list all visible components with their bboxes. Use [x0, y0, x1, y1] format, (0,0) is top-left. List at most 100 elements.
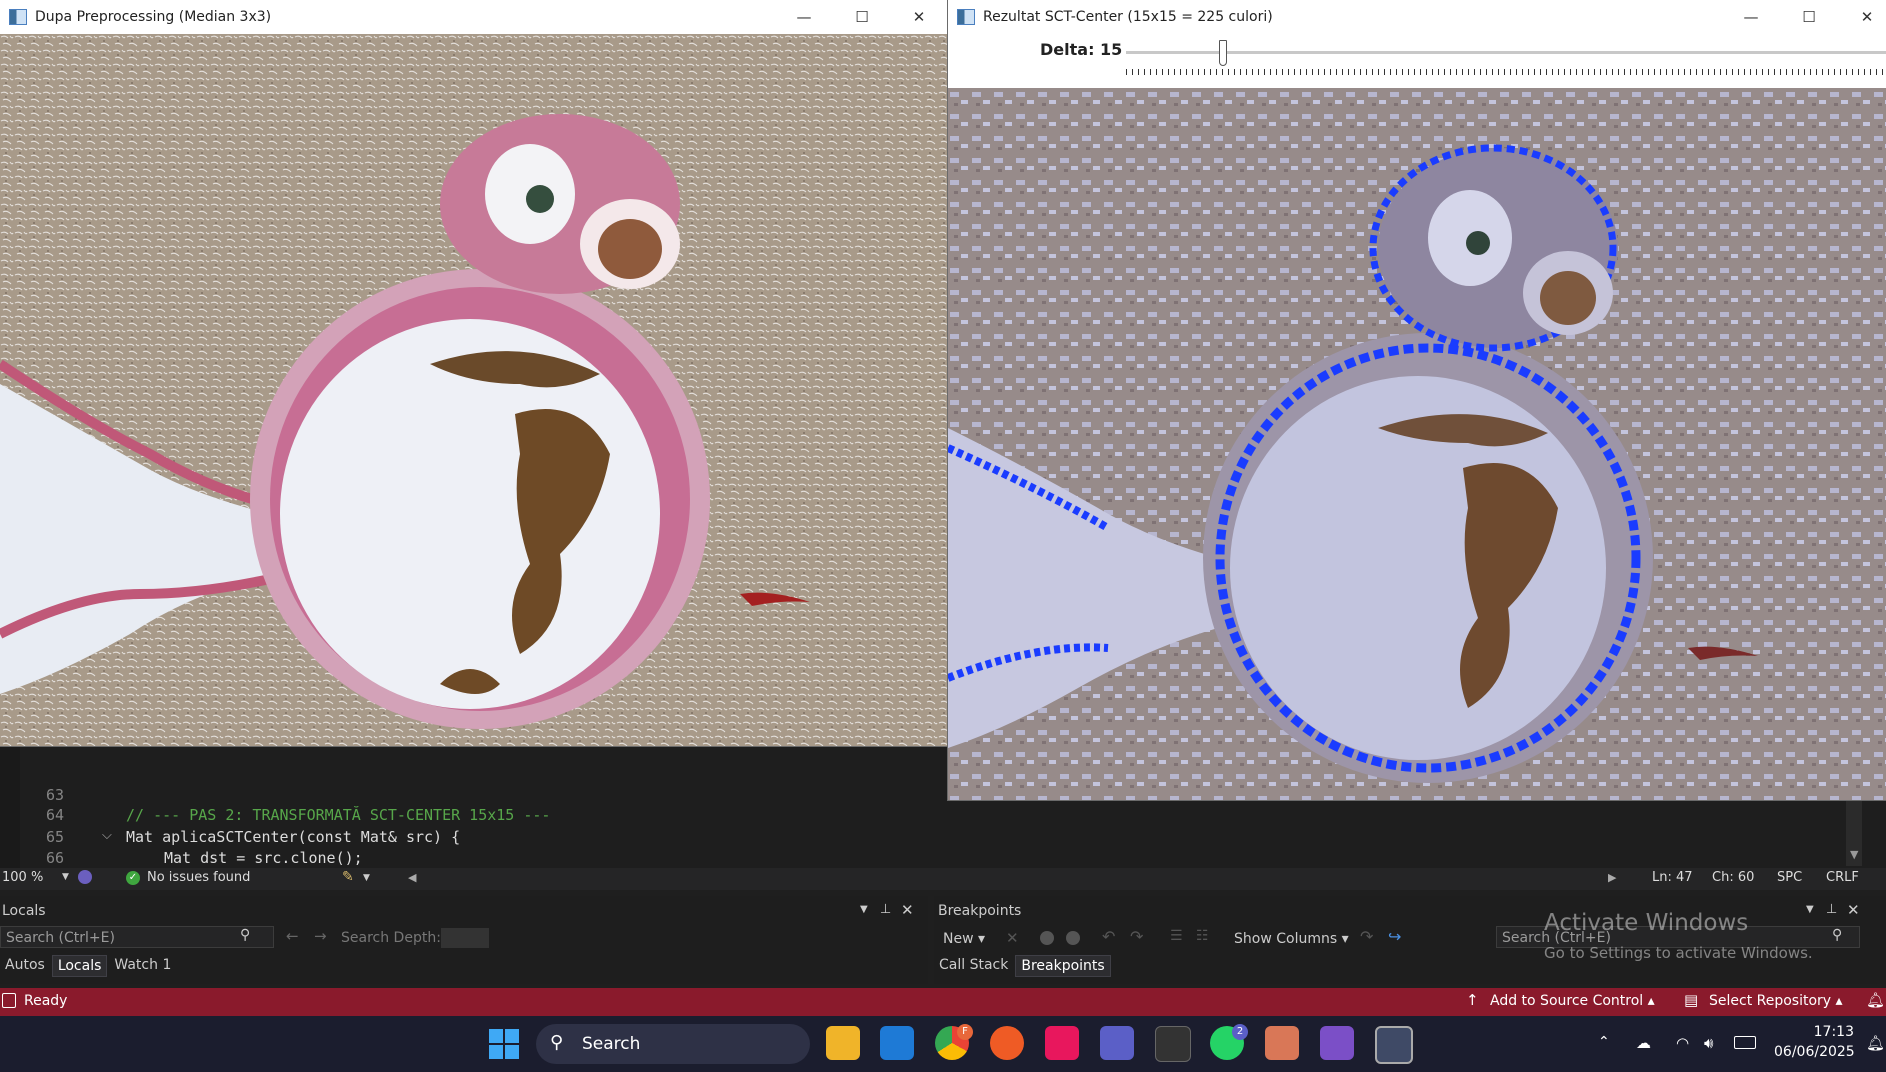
hscroll-right-icon[interactable]: ▶ [1608, 871, 1616, 884]
back-arrow-icon[interactable]: ← [286, 927, 299, 945]
breakpoints-close-icon[interactable]: ✕ [1847, 901, 1860, 919]
enable-all-icon[interactable] [1040, 931, 1054, 945]
breakpoints-dropdown-icon[interactable]: ▼ [1806, 904, 1814, 915]
locals-dropdown-icon[interactable]: ▼ [860, 904, 868, 915]
locals-pin-icon[interactable]: ⊥ [880, 902, 891, 917]
redo-icon[interactable]: ↷ [1130, 927, 1143, 946]
locals-title: Locals [2, 903, 46, 919]
tab-locals[interactable]: Locals [51, 955, 108, 977]
taskbar-search[interactable] [536, 1024, 810, 1064]
editor-statusrow [0, 868, 1886, 890]
hscroll-left-icon[interactable]: ◀ [408, 871, 416, 884]
brush-icon[interactable]: ✎ [342, 869, 354, 885]
locals-tabs: Autos Locals Watch 1 [0, 955, 176, 977]
taskbar-search-icon[interactable]: ⚲ [550, 1032, 563, 1053]
notifications-icon[interactable]: 🔔︎ [1866, 991, 1885, 1009]
start-button[interactable] [489, 1029, 519, 1059]
search-depth-label: Search Depth: [341, 930, 441, 946]
activate-windows-subtitle: Go to Settings to activate Windows. [1544, 944, 1813, 962]
chrome-badge: F [957, 1024, 973, 1040]
line-number-status[interactable]: Ln: 47 [1652, 870, 1693, 885]
delta-slider-track[interactable] [1126, 51, 1886, 54]
delete-icon[interactable]: ✕ [1006, 929, 1019, 947]
breakpoints-pin-icon[interactable]: ⊥ [1826, 902, 1837, 917]
left-minimize-button[interactable]: — [775, 0, 833, 34]
visual-studio-icon[interactable] [1320, 1026, 1354, 1060]
forward-arrow-icon[interactable]: → [314, 927, 327, 945]
jetbrains-icon[interactable] [1045, 1026, 1079, 1060]
left-window-title: Dupa Preprocessing (Median 3x3) [35, 9, 272, 25]
opencv-window-icon[interactable] [1375, 1026, 1413, 1064]
add-source-control-button[interactable]: Add to Source Control ▴ [1490, 993, 1655, 1009]
source-control-arrow-icon[interactable]: ↑ [1466, 991, 1479, 1009]
breakpoints-title: Breakpoints [938, 903, 1022, 919]
wifi-icon[interactable]: ◠ [1676, 1034, 1689, 1052]
app-window-icon [957, 9, 975, 25]
ready-status: Ready [24, 993, 68, 1009]
breakpoints-tabs: Call Stack Breakpoints [934, 955, 1111, 977]
volume-icon[interactable]: 🔊︎ [1704, 1034, 1713, 1052]
tab-watch1[interactable]: Watch 1 [109, 955, 176, 977]
breakpoints-search-icon[interactable]: ⚲ [1832, 927, 1842, 943]
clock-date[interactable]: 06/06/2025 [1774, 1044, 1855, 1060]
left-maximize-button[interactable]: ☐ [833, 0, 891, 34]
scroll-down-icon[interactable]: ▼ [1850, 848, 1858, 861]
issues-status[interactable]: No issues found [147, 870, 250, 885]
preprocessed-image [0, 34, 948, 746]
column-status[interactable]: Ch: 60 [1712, 870, 1754, 885]
locals-search-input[interactable]: Search (Ctrl+E) [0, 926, 274, 948]
vscode-icon[interactable] [880, 1026, 914, 1060]
editor-gutter [0, 746, 20, 870]
notification-bell-icon[interactable]: 🔔︎ [1866, 1034, 1885, 1052]
left-close-button[interactable]: ✕ [890, 0, 948, 34]
network-off-icon[interactable]: ☁ [1636, 1034, 1651, 1052]
right-close-button[interactable]: ✕ [1838, 0, 1886, 34]
left-image-window: Dupa Preprocessing (Median 3x3) — ☐ ✕ [0, 0, 948, 746]
zoom-chevron-icon[interactable]: ▼ [62, 872, 69, 882]
teams-icon[interactable] [1100, 1026, 1134, 1060]
clock-time[interactable]: 17:13 [1804, 1024, 1854, 1040]
line-65-code: Mat aplicaSCTCenter(const Mat& src) { [126, 828, 461, 846]
export-icon[interactable]: ☰ [1170, 928, 1183, 944]
delta-slider-ticks [1126, 69, 1886, 75]
search-depth-select[interactable] [441, 928, 489, 948]
disable-all-icon[interactable] [1066, 931, 1080, 945]
file-explorer-icon[interactable] [826, 1026, 860, 1060]
repository-icon[interactable]: ▤ [1684, 991, 1698, 1009]
battery-icon[interactable] [1734, 1036, 1756, 1049]
sct-result-image [948, 88, 1886, 800]
show-hidden-icons[interactable]: ⌃ [1598, 1034, 1610, 1050]
taskbar-search-label[interactable]: Search [582, 1034, 640, 1054]
line-64-comment: // --- PAS 2: TRANSFORMATĂ SCT-CENTER 15… [126, 806, 551, 824]
claude-icon[interactable] [1265, 1026, 1299, 1060]
ready-icon [2, 993, 16, 1008]
whatsapp-badge: 2 [1232, 1024, 1248, 1040]
brush-chevron-icon[interactable]: ▼ [363, 873, 370, 883]
eol-status[interactable]: CRLF [1826, 870, 1859, 885]
tab-call-stack[interactable]: Call Stack [934, 955, 1013, 977]
delta-label: Delta: 15 [1040, 40, 1123, 59]
line-64-num: 64 [46, 806, 65, 824]
locals-close-icon[interactable]: ✕ [901, 901, 914, 919]
goto-disasm-icon[interactable]: ↪ [1388, 927, 1401, 946]
right-minimize-button[interactable]: — [1722, 0, 1780, 34]
delta-slider-thumb[interactable] [1219, 40, 1227, 66]
spacing-status[interactable]: SPC [1777, 870, 1802, 885]
collapse-chevron-icon[interactable]: ⌵ [102, 828, 112, 843]
tab-autos[interactable]: Autos [0, 955, 50, 977]
undo-icon[interactable]: ↶ [1102, 927, 1115, 946]
tab-breakpoints[interactable]: Breakpoints [1015, 955, 1111, 977]
tissue-image-right [948, 88, 1886, 800]
import-icon[interactable]: ☷ [1196, 928, 1209, 944]
right-maximize-button[interactable]: ☐ [1780, 0, 1838, 34]
postman-icon[interactable] [990, 1026, 1024, 1060]
zoom-dropdown[interactable]: 100 % [2, 870, 43, 885]
new-breakpoint-button[interactable]: New ▾ [943, 931, 985, 947]
line-66-num: 66 [46, 849, 65, 867]
terminal-icon[interactable] [1155, 1026, 1191, 1062]
locals-search-icon[interactable]: ⚲ [240, 927, 250, 943]
copilot-icon[interactable] [78, 870, 92, 884]
goto-source-icon[interactable]: ↷ [1360, 927, 1373, 946]
show-columns-button[interactable]: Show Columns ▾ [1234, 931, 1349, 947]
select-repository-button[interactable]: Select Repository ▴ [1709, 993, 1843, 1009]
